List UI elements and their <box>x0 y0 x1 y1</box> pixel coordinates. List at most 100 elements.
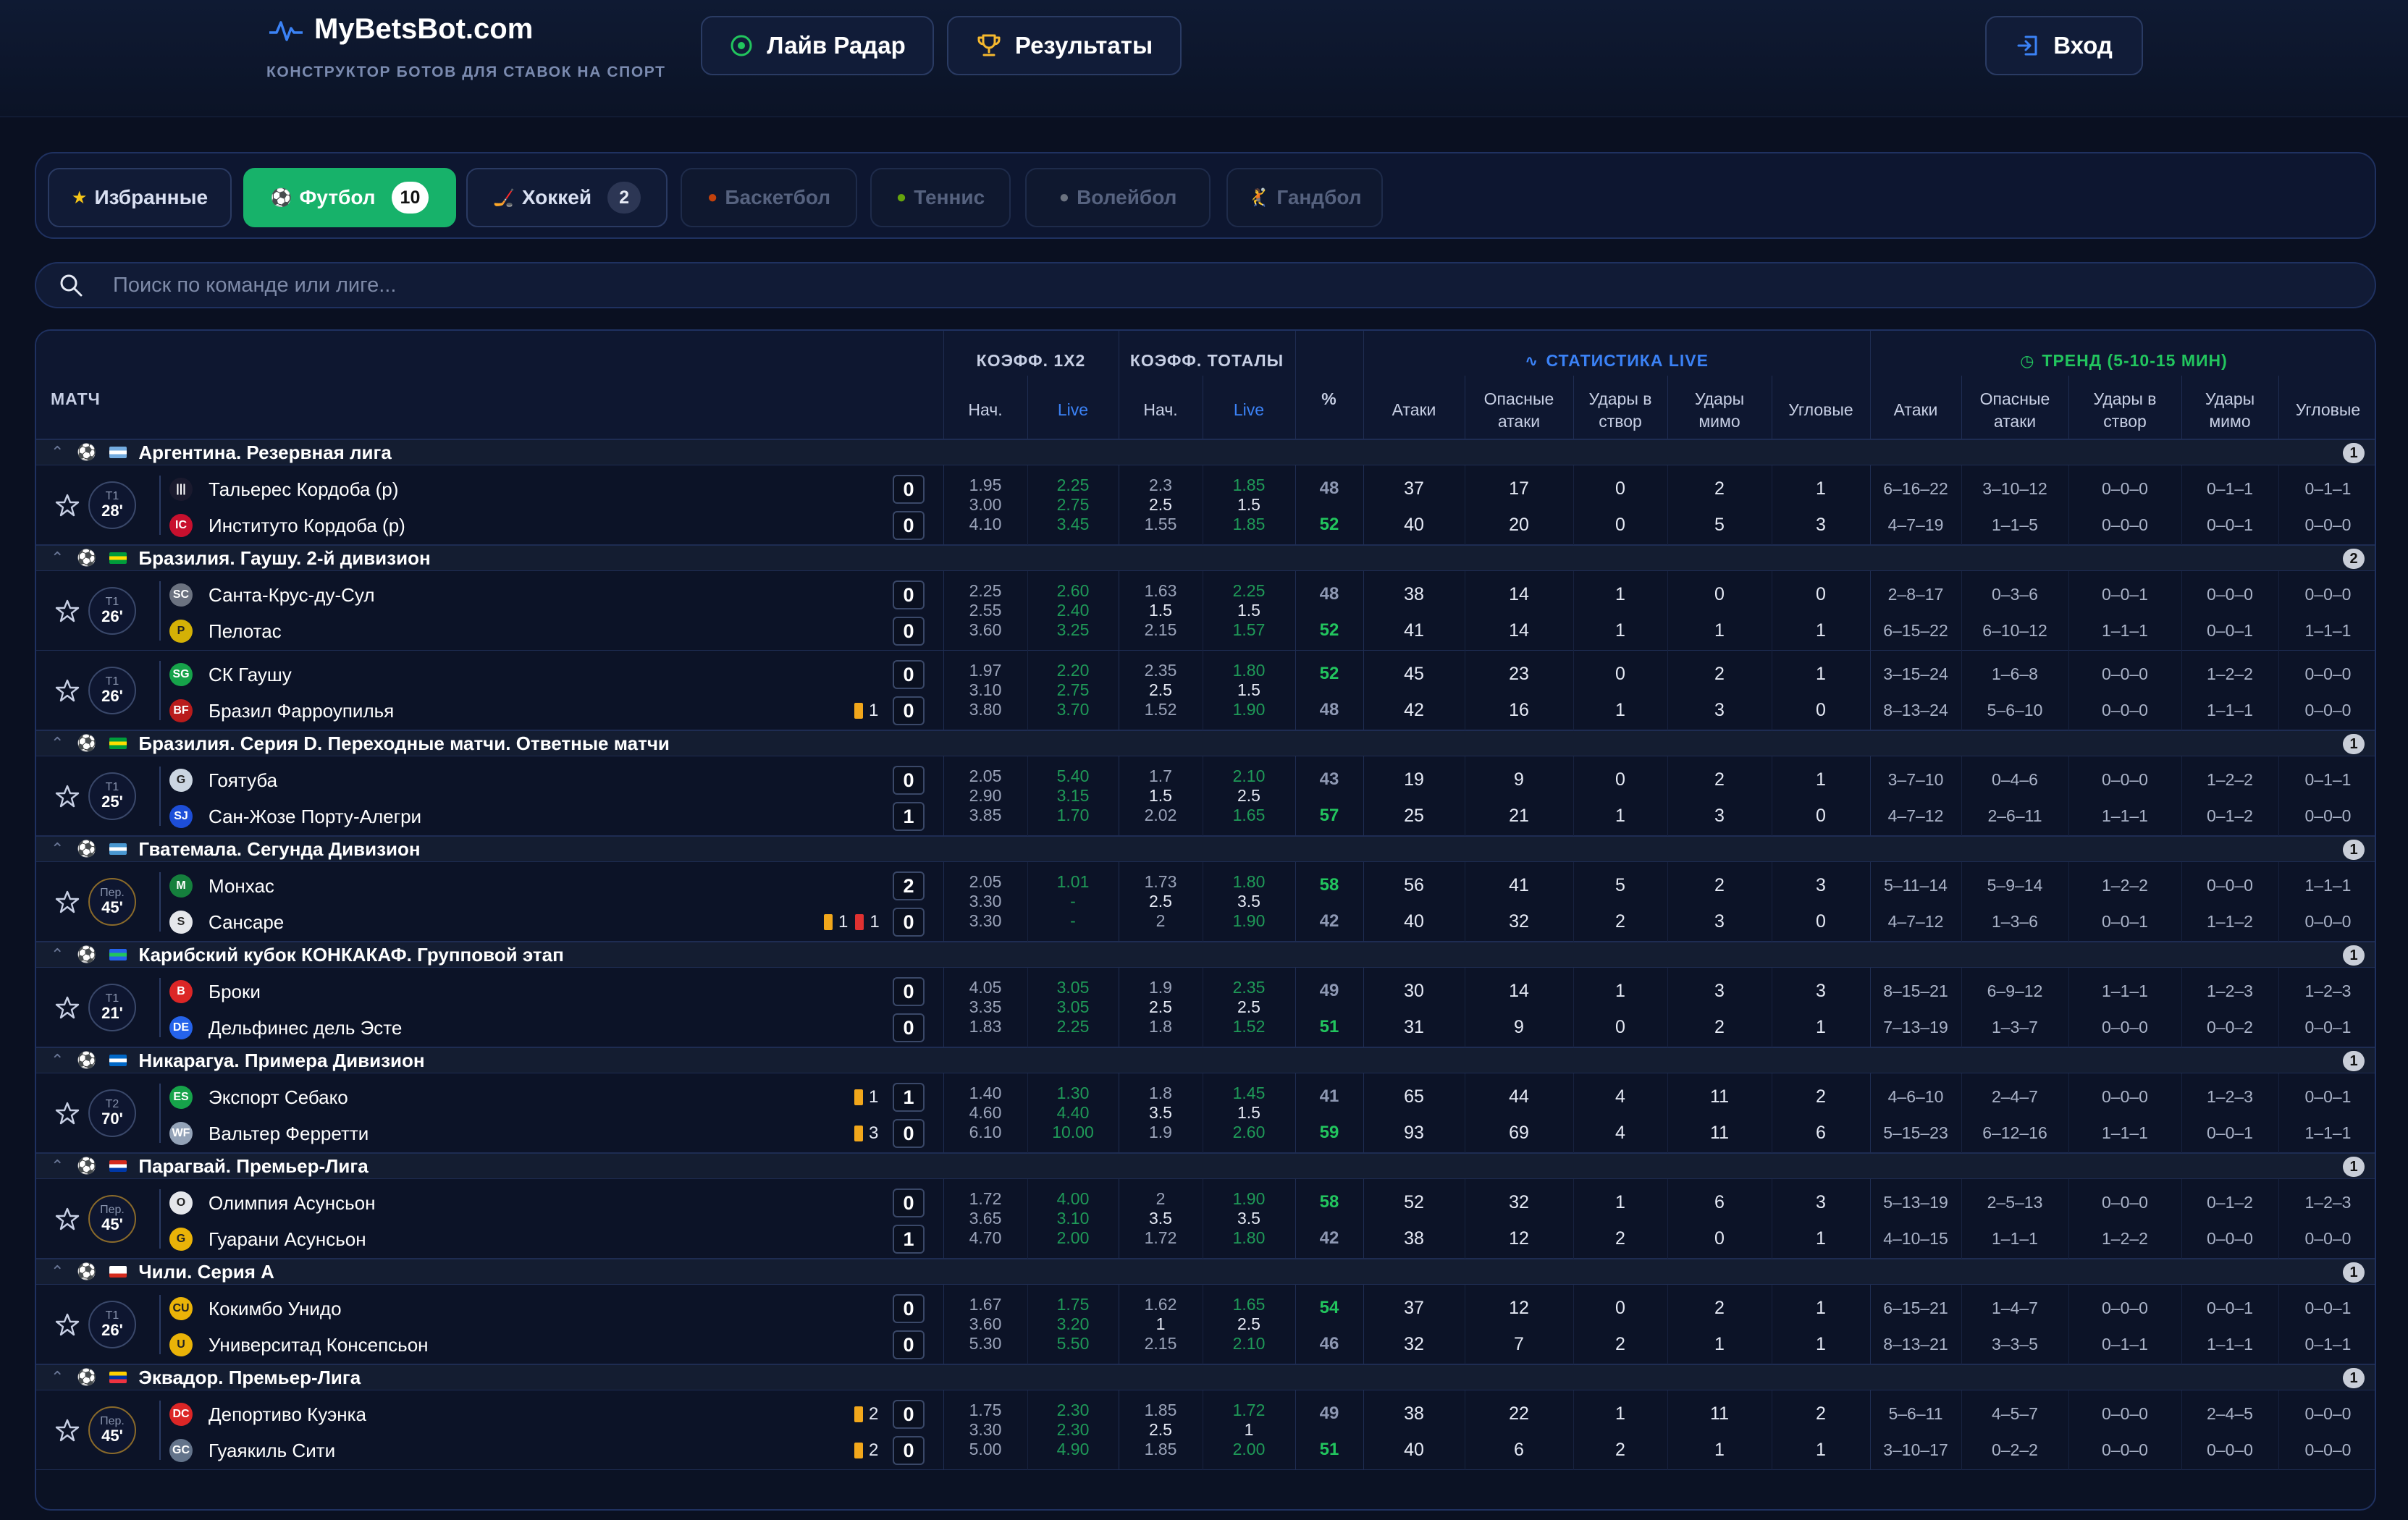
chevron-up-icon[interactable]: ⌃ <box>51 1262 72 1281</box>
team[interactable]: BF Бразил Фарроупилья <box>169 696 394 726</box>
tab-star[interactable]: ★ Избранные <box>48 168 232 227</box>
trend-shots-on-target: 0–0–0 <box>2102 770 2148 789</box>
login-button[interactable]: Вход <box>1985 16 2143 75</box>
favorite-star-icon[interactable] <box>55 890 80 914</box>
team[interactable]: S Сансаре <box>169 907 284 937</box>
odds-value: 2.30 <box>1056 1401 1090 1419</box>
team[interactable]: SJ Сан-Жозе Порту-Алегри <box>169 801 421 832</box>
team-divider <box>159 581 161 641</box>
match-row[interactable]: Т1 26' SC Санта-Крус-ду-Сул 0 48 38 2–8–17 14 0–3… <box>36 571 2375 651</box>
team[interactable]: M Монхас <box>169 871 274 901</box>
match-row[interactable]: Т1 26' CU Кокимбо Унидо 0 54 37 6–15–21 12 1–4–7 0… <box>36 1285 2375 1364</box>
tab-soccer-ball[interactable]: ⚽ Футбол 10 <box>243 168 456 227</box>
league-header[interactable]: ⌃ ⚽ Бразилия. Гаушу. 2-й дивизион 2 <box>36 545 2375 571</box>
chevron-up-icon[interactable]: ⌃ <box>51 840 72 858</box>
live-radar-button[interactable]: Лайв Радар <box>701 16 934 75</box>
match-row[interactable]: Т1 28' ||| Тальерес Кордоба (р) 0 48 37 6–16–22… <box>36 465 2375 545</box>
tab-handball[interactable]: 🤾 Гандбол <box>1226 168 1383 227</box>
tab-basketball[interactable]: ● Баскетбол <box>681 168 857 227</box>
team[interactable]: ||| Тальерес Кордоба (р) <box>169 474 398 504</box>
favorite-star-icon[interactable] <box>55 1312 80 1337</box>
column-divider <box>2278 651 2279 730</box>
stat-shots-off-target: 2 <box>1714 478 1725 499</box>
odds-value: - <box>1070 892 1076 911</box>
league-header[interactable]: ⌃ ⚽ Чили. Серия А 1 <box>36 1259 2375 1285</box>
match-row[interactable]: Пер. 45' O Олимпия Асунсьон 0 58 52 5–13–19 32 2–… <box>36 1179 2375 1259</box>
tab-tennis-ball[interactable]: ● Теннис <box>870 168 1011 227</box>
team[interactable]: U Университад Консепсьон <box>169 1330 429 1360</box>
results-button[interactable]: Результаты <box>947 16 1182 75</box>
column-divider <box>1573 1390 1574 1470</box>
chevron-up-icon[interactable]: ⌃ <box>51 945 72 964</box>
search-bar[interactable] <box>35 262 2376 308</box>
team[interactable]: ES Экспорт Себако <box>169 1082 348 1112</box>
league-header[interactable]: ⌃ ⚽ Карибский кубок КОНКАКАФ. Групповой эт… <box>36 942 2375 968</box>
league-header[interactable]: ⌃ ⚽ Парагвай. Премьер-Лига 1 <box>36 1153 2375 1179</box>
team[interactable]: DC Депортиво Куэнка <box>169 1399 366 1430</box>
chevron-up-icon[interactable]: ⌃ <box>51 734 72 753</box>
favorite-star-icon[interactable] <box>55 599 80 623</box>
team[interactable]: DE Дельфинес дель Эсте <box>169 1013 402 1043</box>
stats-live-header: ∿ СТАТИСТИКА LIVE <box>1363 345 1870 377</box>
favorite-star-icon[interactable] <box>55 1207 80 1231</box>
chevron-up-icon[interactable]: ⌃ <box>51 1051 72 1070</box>
stat-shots-off-target: 11 <box>1710 1123 1729 1143</box>
team[interactable]: B Броки <box>169 976 261 1007</box>
league-header[interactable]: ⌃ ⚽ Никарагуа. Примера Дивизион 1 <box>36 1047 2375 1073</box>
favorite-star-icon[interactable] <box>55 1101 80 1126</box>
tab-volleyball[interactable]: ● Волейбол <box>1025 168 1211 227</box>
odds-odds-start: 1.95 3.00 4.10 <box>943 476 1027 534</box>
tab-hockey-stick[interactable]: 🏒 Хоккей 2 <box>466 168 668 227</box>
favorite-star-icon[interactable] <box>55 678 80 703</box>
trend-shots-off-target: 0–0–1 <box>2207 1299 2253 1317</box>
match-row[interactable]: Т1 25' G Гоятуба 0 43 19 3–7–10 9 0–4–6 0 0–0–0 2 1–2… <box>36 756 2375 836</box>
team[interactable]: P Пелотас <box>169 616 282 646</box>
league-header[interactable]: ⌃ ⚽ Эквадор. Премьер-Лига 1 <box>36 1364 2375 1390</box>
match-minute: 21' <box>101 1003 123 1022</box>
chevron-up-icon[interactable]: ⌃ <box>51 1157 72 1175</box>
league-header[interactable]: ⌃ ⚽ Гватемала. Сегунда Дивизион 1 <box>36 836 2375 862</box>
odds-tot-start: 1.63 1.5 2.15 <box>1119 581 1203 640</box>
stat-shots-off-target: 3 <box>1714 806 1725 826</box>
odds-tot-live: 1.85 1.5 1.85 <box>1203 476 1295 534</box>
favorite-star-icon[interactable] <box>55 1418 80 1443</box>
team-logo-icon: B <box>169 980 193 1003</box>
team[interactable]: IC Институто Кордоба (р) <box>169 510 405 541</box>
odds-tot-start: 1.9 2.5 1.8 <box>1119 978 1203 1036</box>
odds-value: 1.67 <box>969 1295 1002 1314</box>
trend-shots-on-target: 0–0–0 <box>2102 515 2148 534</box>
favorite-star-icon[interactable] <box>55 995 80 1020</box>
logo[interactable]: MyBetsBot.com <box>268 13 533 46</box>
league-header[interactable]: ⌃ ⚽ Бразилия. Серия D. Переходные матчи. О… <box>36 730 2375 756</box>
team[interactable]: G Гоятуба <box>169 765 277 795</box>
team[interactable]: GC Гуаякиль Сити <box>169 1435 335 1466</box>
match-row[interactable]: Т2 70' ES Экспорт Себако 1 1 41 65 4–6–10 44 2–4–7… <box>36 1073 2375 1153</box>
match-row[interactable]: Т1 21' B Броки 0 49 30 8–15–21 14 6–9–12 1 1–1–1 3 1–… <box>36 968 2375 1047</box>
chevron-up-icon[interactable]: ⌃ <box>51 443 72 462</box>
search-input[interactable] <box>113 273 2285 297</box>
team[interactable]: WF Вальтер Ферретти <box>169 1118 369 1149</box>
tennis-ball-icon: ● <box>896 187 907 207</box>
odds-value: 2.5 <box>1237 786 1260 805</box>
trend-dangerous-attacks-header: Опасные атаки <box>1961 381 2068 439</box>
cards: 2 <box>854 1401 878 1428</box>
team-name: Гуаякиль Сити <box>209 1439 336 1461</box>
league-header[interactable]: ⌃ ⚽ Аргентина. Резервная лига 1 <box>36 439 2375 465</box>
odds-value: 1.72 <box>1232 1401 1266 1419</box>
match-row[interactable]: Пер. 45' M Монхас 2 58 56 5–11–14 41 5–9–14 5 1–2–2… <box>36 862 2375 942</box>
team[interactable]: SG СК Гаушу <box>169 659 292 690</box>
column-divider <box>1870 1285 1871 1364</box>
favorite-star-icon[interactable] <box>55 784 80 808</box>
favorite-star-icon[interactable] <box>55 493 80 518</box>
odds-value: 1.52 <box>1144 700 1177 719</box>
chevron-up-icon[interactable]: ⌃ <box>51 1368 72 1387</box>
trend-shots-on-target: 0–0–0 <box>2102 1440 2148 1459</box>
match-row[interactable]: Т1 26' SG СК Гаушу 0 52 45 3–15–24 23 1–6–8 0 0–0–0… <box>36 651 2375 730</box>
team[interactable]: SC Санта-Крус-ду-Сул <box>169 580 375 610</box>
team[interactable]: G Гуарани Асунсьон <box>169 1224 366 1254</box>
match-minute: 45' <box>101 1215 123 1233</box>
team[interactable]: O Олимпия Асунсьон <box>169 1188 375 1218</box>
chevron-up-icon[interactable]: ⌃ <box>51 549 72 567</box>
match-row[interactable]: Пер. 45' DC Депортиво Куэнка 0 2 49 38 5–6–11 22 4… <box>36 1390 2375 1470</box>
team[interactable]: CU Кокимбо Унидо <box>169 1293 342 1324</box>
